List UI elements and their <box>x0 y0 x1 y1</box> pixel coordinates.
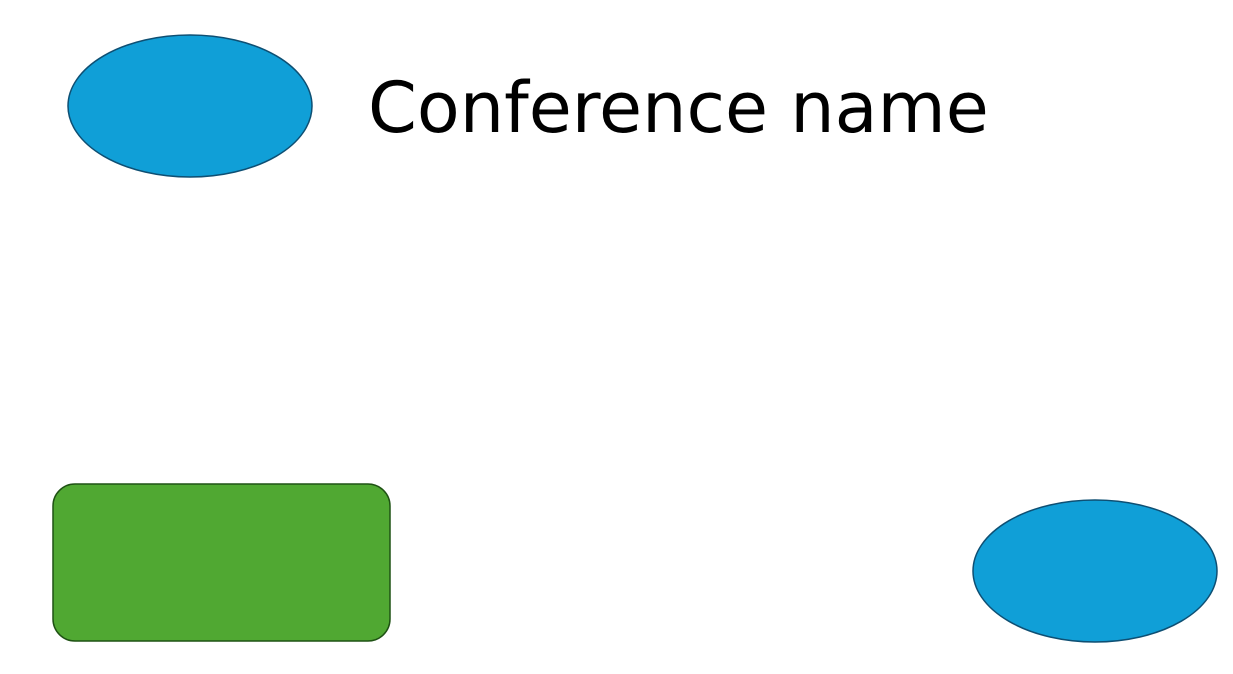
bottom-left-rounded-rectangle[interactable] <box>52 483 391 642</box>
conference-name-title: Conference name <box>368 67 989 149</box>
top-left-ellipse[interactable] <box>67 34 313 178</box>
bottom-right-ellipse[interactable] <box>972 499 1218 643</box>
